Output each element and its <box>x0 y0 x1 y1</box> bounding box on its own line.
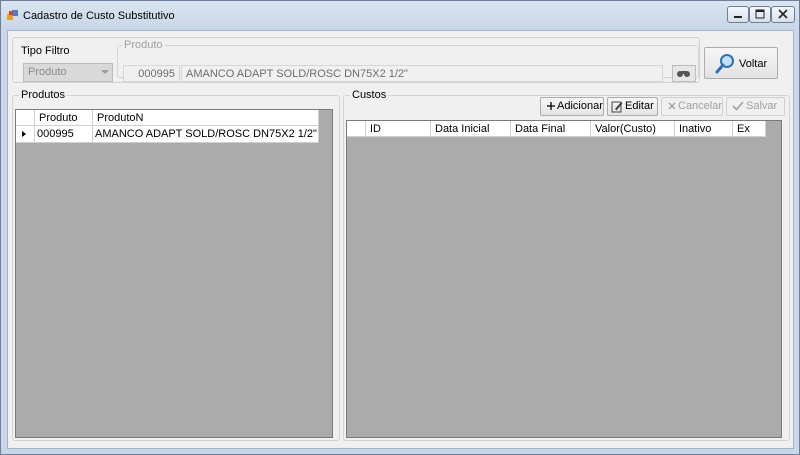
maximize-button[interactable] <box>749 6 771 23</box>
tipo-filtro-label: Tipo Filtro <box>19 45 72 57</box>
row-selector[interactable] <box>16 126 35 143</box>
column-header-produto[interactable]: Produto <box>35 110 93 126</box>
editar-button[interactable]: Editar <box>607 97 658 116</box>
column-header-ex[interactable]: Ex <box>733 121 766 137</box>
app-icon <box>7 10 18 20</box>
column-header-produton[interactable]: ProdutoN <box>93 110 319 126</box>
cancelar-button[interactable]: Cancelar <box>661 97 723 116</box>
column-header-data-inicial[interactable]: Data Inicial <box>431 121 511 137</box>
filter-group: Tipo Filtro Produto Produto 000995 AMANC… <box>12 37 700 83</box>
check-icon <box>732 101 744 111</box>
form-client-area: Tipo Filtro Produto Produto 000995 AMANC… <box>7 30 794 449</box>
produtos-label: Produtos <box>19 89 68 101</box>
custos-grid[interactable]: ID Data Inicial Data Final Valor(Custo) … <box>346 120 782 438</box>
salvar-label: Salvar <box>746 100 778 112</box>
main-window: Cadastro de Custo Substitutivo Tipo Filt… <box>0 0 800 455</box>
produto-lookup-button[interactable] <box>672 65 696 82</box>
voltar-label: Voltar <box>739 58 768 70</box>
close-icon <box>778 9 788 19</box>
tipo-filtro-combo[interactable]: Produto <box>23 63 113 82</box>
produto-filter-label: Produto <box>122 39 165 51</box>
produto-code-field[interactable]: 000995 <box>123 65 180 82</box>
minimize-icon <box>734 16 742 18</box>
close-button[interactable] <box>771 6 795 23</box>
produto-description-field[interactable]: AMANCO ADAPT SOLD/ROSC DN75X2 1/2" <box>181 65 663 82</box>
current-row-arrow-icon <box>22 131 26 137</box>
table-row-cell-name[interactable]: AMANCO ADAPT SOLD/ROSC DN75X2 1/2" <box>93 126 319 143</box>
magnifier-icon <box>715 54 734 74</box>
produtos-grid[interactable]: Produto ProdutoN 000995 AMANCO ADAPT SOL… <box>15 109 333 438</box>
window-title: Cadastro de Custo Substitutivo <box>23 10 175 22</box>
cancelar-label: Cancelar <box>678 100 723 112</box>
tipo-filtro-value: Produto <box>28 66 67 78</box>
column-header-inativo[interactable]: Inativo <box>675 121 733 137</box>
column-header-valor-custo[interactable]: Valor(Custo) <box>591 121 675 137</box>
salvar-button[interactable]: Salvar <box>726 97 785 116</box>
voltar-button[interactable]: Voltar <box>704 47 778 79</box>
column-header-data-final[interactable]: Data Final <box>511 121 591 137</box>
editar-label: Editar <box>625 100 654 112</box>
custos-label: Custos <box>350 89 389 101</box>
row-header-corner <box>16 110 35 126</box>
column-header-id[interactable]: ID <box>366 121 431 137</box>
binoculars-icon <box>677 71 690 77</box>
maximize-icon <box>755 9 765 19</box>
minimize-button[interactable] <box>727 6 749 23</box>
plus-icon <box>547 102 555 110</box>
row-header-corner <box>347 121 366 137</box>
edit-icon <box>611 101 623 113</box>
chevron-down-icon <box>101 70 109 74</box>
title-bar: Cadastro de Custo Substitutivo <box>1 1 799 30</box>
adicionar-button[interactable]: Adicionar <box>540 97 604 116</box>
x-icon <box>668 102 676 110</box>
table-row-cell-code[interactable]: 000995 <box>35 126 93 143</box>
adicionar-label: Adicionar <box>557 100 603 112</box>
